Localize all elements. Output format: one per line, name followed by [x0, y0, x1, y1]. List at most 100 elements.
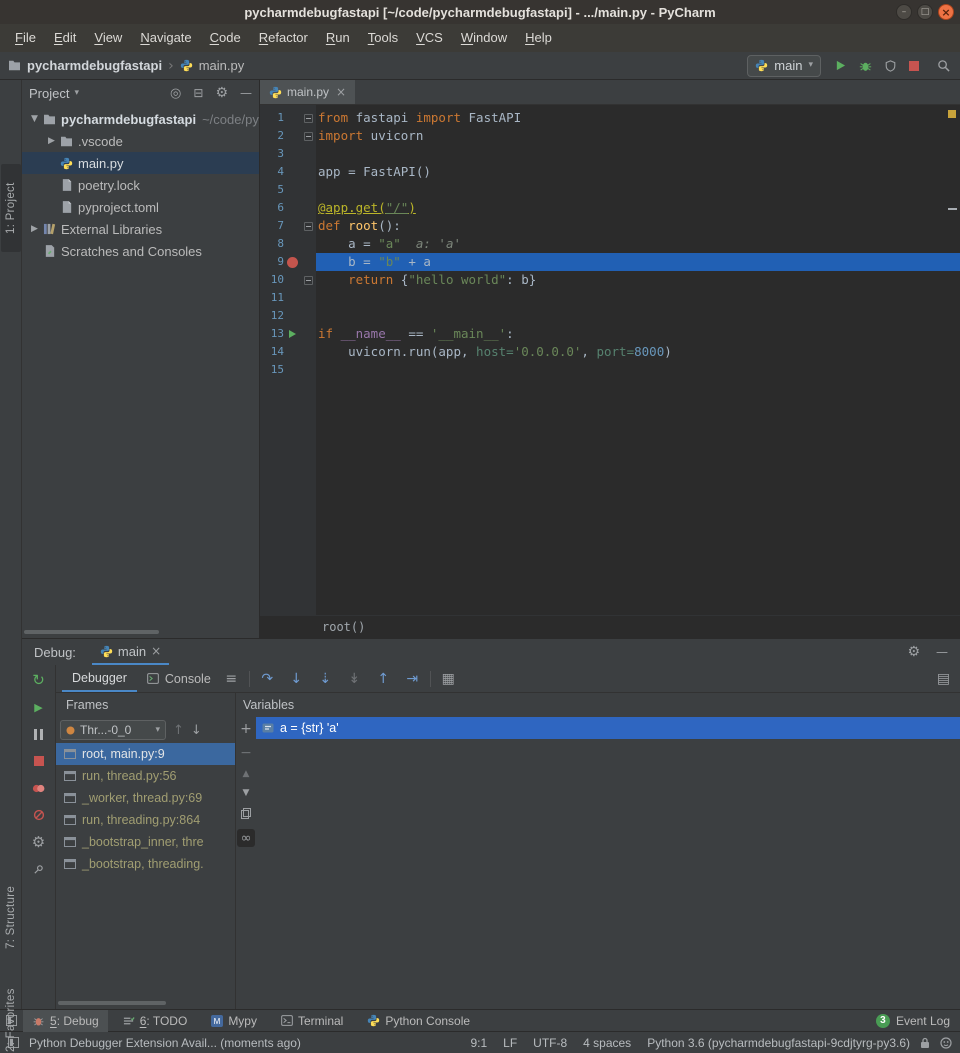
pause-icon[interactable] — [29, 724, 49, 744]
fold-slot[interactable] — [300, 289, 316, 307]
restore-layout-icon[interactable]: ≡ — [221, 669, 242, 689]
infinity-icon[interactable]: ∞ — [237, 829, 255, 847]
gutter-mark-slot[interactable] — [284, 325, 300, 343]
settings-icon[interactable]: ⚙ — [215, 86, 228, 100]
tree-collapsed-arrow-icon[interactable]: ▶ — [45, 136, 58, 146]
fold-slot[interactable] — [300, 271, 316, 289]
tree-item-vscode[interactable]: ▶.vscode — [22, 130, 259, 152]
chevron-down-icon[interactable]: ▾ — [74, 89, 79, 98]
fold-slot[interactable] — [300, 199, 316, 217]
gutter-mark-slot[interactable] — [284, 307, 300, 325]
menu-item-navigate[interactable]: Navigate — [131, 24, 200, 52]
menu-item-help[interactable]: Help — [516, 24, 561, 52]
gutter-mark-slot[interactable] — [284, 253, 300, 271]
hector-icon[interactable] — [940, 1037, 952, 1049]
code-line-11[interactable]: 11 — [260, 289, 960, 307]
error-stripe-mark[interactable] — [948, 208, 957, 210]
frame-worker-thread-py-69[interactable]: _worker, thread.py:69 — [56, 787, 235, 809]
close-icon[interactable]: × — [938, 4, 954, 20]
fold-slot[interactable] — [300, 145, 316, 163]
stripe-favorites[interactable]: 2: Favorites — [1, 970, 21, 1053]
step-into-icon[interactable]: ↓ — [286, 669, 307, 689]
step-out-icon[interactable]: ↑ — [373, 669, 394, 689]
fold-slot[interactable] — [300, 217, 316, 235]
copy-icon[interactable] — [241, 808, 251, 819]
menu-item-edit[interactable]: Edit — [45, 24, 85, 52]
code-line-2[interactable]: 2import uvicorn — [260, 127, 960, 145]
gutter-mark-slot[interactable] — [284, 163, 300, 181]
fold-icon[interactable] — [304, 276, 313, 285]
status-widget-4-spaces[interactable]: 4 spaces — [583, 1036, 631, 1050]
menu-item-window[interactable]: Window — [452, 24, 516, 52]
code-line-6[interactable]: 6@app.get("/") — [260, 199, 960, 217]
fold-slot[interactable] — [300, 109, 316, 127]
gutter[interactable]: 8 — [260, 235, 316, 253]
pin-icon[interactable] — [29, 859, 49, 879]
breakpoint-icon[interactable] — [287, 257, 298, 268]
tree-expanded-arrow-icon[interactable]: ▼ — [28, 114, 41, 124]
gutter[interactable]: 11 — [260, 289, 316, 307]
minimize-icon[interactable]: – — [896, 4, 912, 20]
tree-item-poetry-lock[interactable]: poetry.lock — [22, 174, 259, 196]
gutter-mark-slot[interactable] — [284, 181, 300, 199]
layout-settings-icon[interactable]: ▤ — [933, 669, 954, 689]
gutter-mark-slot[interactable] — [284, 145, 300, 163]
tab-console[interactable]: Console — [137, 665, 221, 692]
inspection-status-icon[interactable] — [948, 110, 956, 118]
event-log-button[interactable]: 3 Event Log — [876, 1014, 954, 1028]
gutter-mark-slot[interactable] — [284, 109, 300, 127]
code-line-3[interactable]: 3 — [260, 145, 960, 163]
code-line-15[interactable]: 15 — [260, 361, 960, 379]
fold-slot[interactable] — [300, 253, 316, 271]
breadcrumb-function[interactable]: root() — [322, 620, 365, 634]
toolwindow-button-mypy[interactable]: MMypy — [202, 1010, 266, 1032]
code-line-14[interactable]: 14 uvicorn.run(app, host='0.0.0.0', port… — [260, 343, 960, 361]
frame-run-thread-py-56[interactable]: run, thread.py:56 — [56, 765, 235, 787]
fold-icon[interactable] — [304, 114, 313, 123]
run-config-combo[interactable]: main ▾ — [747, 55, 821, 77]
remove-icon[interactable]: − — [240, 746, 252, 760]
toolwindow-button-6-todo[interactable]: 6: TODO — [114, 1010, 197, 1032]
menu-item-run[interactable]: Run — [317, 24, 359, 52]
frame-bootstrap-inner-thre[interactable]: _bootstrap_inner, thre — [56, 831, 235, 853]
tree-item-pycharmdebugfastapi[interactable]: ▼pycharmdebugfastapi~/code/pycharmdebugf… — [22, 108, 259, 130]
variable-a-str-a[interactable]: a = {str} 'a' — [256, 717, 960, 739]
gutter[interactable]: 12 — [260, 307, 316, 325]
fold-slot[interactable] — [300, 127, 316, 145]
tree-item-external-libraries[interactable]: ▶External Libraries — [22, 218, 259, 240]
toolwindow-button-python-console[interactable]: Python Console — [358, 1010, 479, 1032]
toolwindow-button-5-debug[interactable]: 5: Debug — [23, 1010, 108, 1032]
tree-item-pyproject-toml[interactable]: pyproject.toml — [22, 196, 259, 218]
code-line-5[interactable]: 5 — [260, 181, 960, 199]
run-to-cursor-icon[interactable]: ⇥ — [402, 669, 423, 689]
mute-breakpoints-icon[interactable] — [29, 805, 49, 825]
gutter-mark-slot[interactable] — [284, 217, 300, 235]
debug-tab-close-icon[interactable]: × — [151, 645, 161, 657]
tree-item-main-py[interactable]: main.py — [22, 152, 259, 174]
menu-item-tools[interactable]: Tools — [359, 24, 407, 52]
tree-collapsed-arrow-icon[interactable]: ▶ — [28, 224, 41, 234]
collapse-all-icon[interactable]: ⊟ — [193, 87, 203, 99]
run-line-icon[interactable] — [289, 330, 296, 338]
gutter[interactable]: 14 — [260, 343, 316, 361]
menu-item-view[interactable]: View — [85, 24, 131, 52]
resume-icon[interactable]: ▶ — [29, 697, 49, 717]
frames-horizontal-scrollbar[interactable] — [58, 999, 233, 1006]
breadcrumb-project[interactable]: pycharmdebugfastapi — [27, 58, 162, 73]
tree-item-scratches-and-consoles[interactable]: Scratches and Consoles — [22, 240, 259, 262]
project-panel-title[interactable]: Project — [29, 86, 69, 101]
status-widget-python-3-6-pycharmdebugfastapi-9cdjtyrg-py3-6[interactable]: Python 3.6 (pycharmdebugfastapi-9cdjtyrg… — [647, 1036, 910, 1050]
stripe-project[interactable]: 1: Project — [1, 164, 21, 252]
project-horizontal-scrollbar[interactable] — [24, 628, 257, 635]
menu-item-code[interactable]: Code — [201, 24, 250, 52]
code-line-9[interactable]: 9 b = "b" + a — [260, 253, 960, 271]
lock-icon[interactable] — [920, 1037, 930, 1049]
gutter[interactable]: 4 — [260, 163, 316, 181]
code-line-12[interactable]: 12 — [260, 307, 960, 325]
status-message[interactable]: Python Debugger Extension Avail... (mome… — [29, 1036, 301, 1050]
locate-icon[interactable]: ◎ — [170, 87, 181, 100]
gutter[interactable]: 3 — [260, 145, 316, 163]
coverage-icon[interactable] — [885, 60, 896, 72]
code-line-7[interactable]: 7def root(): — [260, 217, 960, 235]
menu-item-file[interactable]: File — [6, 24, 45, 52]
